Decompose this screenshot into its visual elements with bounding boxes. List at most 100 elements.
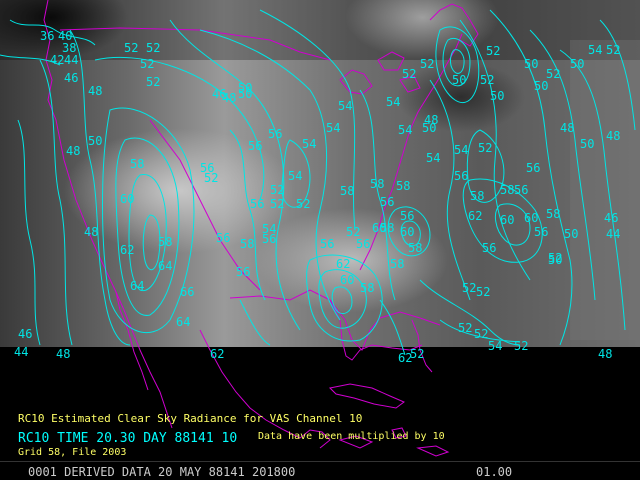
satellite-image-panel: 36 40 38 42 44 46 48 50 48 52 52 52 52 4… bbox=[0, 0, 640, 480]
contour-label: 62 bbox=[210, 347, 224, 361]
contour-label: 48 bbox=[66, 144, 80, 158]
contour-label: 52 bbox=[146, 75, 160, 89]
contour-label: 60 bbox=[524, 211, 538, 225]
contour-label: 62 bbox=[468, 209, 482, 223]
contour-label: 64 bbox=[176, 315, 190, 329]
contour-label: 46 bbox=[18, 327, 32, 341]
contour-label: 66 bbox=[180, 285, 194, 299]
contour-label: 48 bbox=[598, 347, 612, 361]
contour-label: 60 bbox=[340, 273, 354, 287]
contour-label: 52 bbox=[486, 44, 500, 58]
contour-label: 58 bbox=[470, 189, 484, 203]
contour-label: 52 bbox=[140, 57, 154, 71]
contour-label: 62 bbox=[336, 257, 350, 271]
contour-label: 58 bbox=[546, 207, 560, 221]
contour-label: 50 bbox=[564, 227, 578, 241]
contour-label: 48 bbox=[84, 225, 98, 239]
contour-label: 54 bbox=[488, 339, 502, 353]
contour-label: 54 bbox=[302, 137, 316, 151]
product-caption: RC10 Estimated Clear Sky Radiance for VA… bbox=[18, 412, 363, 425]
contour-label: 56 bbox=[356, 237, 370, 251]
contour-label: 58 bbox=[390, 257, 404, 271]
contour-label: 56 bbox=[400, 209, 414, 223]
image-top-band bbox=[0, 0, 640, 60]
contour-label: 52 bbox=[462, 281, 476, 295]
contour-label: 48 bbox=[56, 347, 70, 361]
contour-label: 54 bbox=[454, 143, 468, 157]
contour-label: 58 bbox=[370, 177, 384, 191]
frame-status: 0001 DERIVED DATA 20 MAY 88141 201800 bbox=[28, 465, 296, 479]
contour-label: 44 bbox=[606, 227, 620, 241]
contour-label: 50 bbox=[534, 79, 548, 93]
contour-label: 56 bbox=[248, 139, 262, 153]
contour-label: 52 bbox=[420, 57, 434, 71]
cuba-outline bbox=[328, 383, 405, 409]
contour-label: 52 bbox=[458, 321, 472, 335]
contour-label: 54 bbox=[338, 99, 352, 113]
contour-label: 58 bbox=[240, 237, 254, 251]
contour-label: 64 bbox=[130, 279, 144, 293]
contour-label: 50 bbox=[238, 87, 252, 101]
contour-label: 54 bbox=[588, 43, 602, 57]
mcidas-frame-display: 36 40 38 42 44 46 48 50 48 52 52 52 52 4… bbox=[0, 0, 640, 480]
contour-label: 46 bbox=[604, 211, 618, 225]
contour-label: 50 bbox=[570, 57, 584, 71]
contour-label: 52 bbox=[480, 73, 494, 87]
contour-label: 54 bbox=[386, 95, 400, 109]
contour-label: 56 bbox=[454, 169, 468, 183]
contour-label: 52 bbox=[270, 197, 284, 211]
contour-label: 58 bbox=[408, 241, 422, 255]
contour-label: 58 bbox=[340, 184, 354, 198]
contour-label: 62 bbox=[120, 243, 134, 257]
contour-label: 54 bbox=[398, 123, 412, 137]
contour-label: 60 bbox=[120, 192, 134, 206]
contour-label: 52 bbox=[514, 339, 528, 353]
contour-label: 52 bbox=[402, 67, 416, 81]
contour-label: 50 bbox=[490, 89, 504, 103]
contour-label: 44 bbox=[14, 345, 28, 359]
contour-label: 48 bbox=[222, 91, 236, 105]
contour-label: 56 bbox=[514, 183, 528, 197]
contour-label: 58 bbox=[360, 281, 374, 295]
contour-label: 36 bbox=[40, 29, 54, 43]
contour-label: 48 bbox=[606, 129, 620, 143]
contour-label: 56 bbox=[320, 237, 334, 251]
contour-label: 56 bbox=[380, 195, 394, 209]
contour-label: 52 bbox=[296, 197, 310, 211]
contour-label: 58 bbox=[130, 157, 144, 171]
contour-label: 58 bbox=[500, 183, 514, 197]
contour-label: 56 bbox=[250, 197, 264, 211]
contour-label: 56 bbox=[216, 231, 230, 245]
contour-label: 50 bbox=[580, 137, 594, 151]
contour-label: 58 bbox=[158, 235, 172, 249]
frame-index: 01.00 bbox=[476, 465, 513, 479]
contour-label: 56 bbox=[236, 265, 250, 279]
contour-label: 52 bbox=[270, 183, 284, 197]
contour-label: 50 bbox=[524, 57, 538, 71]
contour-label: 54 bbox=[288, 169, 302, 183]
contour-label: 50 bbox=[452, 73, 466, 87]
contour-label: 46 bbox=[64, 71, 78, 85]
contour-label: 50 bbox=[88, 134, 102, 148]
contour-label: 64 bbox=[158, 259, 172, 273]
scale-note: Data have been multiplied by 10 bbox=[258, 431, 445, 442]
contour-label: 54 bbox=[426, 151, 440, 165]
contour-label: 56 bbox=[482, 241, 496, 255]
contour-label: 48 bbox=[88, 84, 102, 98]
contour-label: 52 bbox=[124, 41, 138, 55]
contour-label: 56 bbox=[534, 225, 548, 239]
contour-label: 52 bbox=[204, 171, 218, 185]
contour-label: 52 bbox=[546, 67, 560, 81]
contour-label: 54 bbox=[326, 121, 340, 135]
contour-label: 56 bbox=[268, 127, 282, 141]
contour-label: 60 bbox=[500, 213, 514, 227]
contour-label: 54 bbox=[262, 222, 276, 236]
contour-label: 48 bbox=[560, 121, 574, 135]
contour-label: 58 bbox=[396, 179, 410, 193]
contour-label: 60 bbox=[400, 225, 414, 239]
contour-label: 52 bbox=[548, 251, 562, 265]
contour-label: 50 bbox=[422, 121, 436, 135]
contour-label: 52 bbox=[146, 41, 160, 55]
contour-label: 62 bbox=[398, 351, 412, 365]
contour-label: 52 bbox=[476, 285, 490, 299]
